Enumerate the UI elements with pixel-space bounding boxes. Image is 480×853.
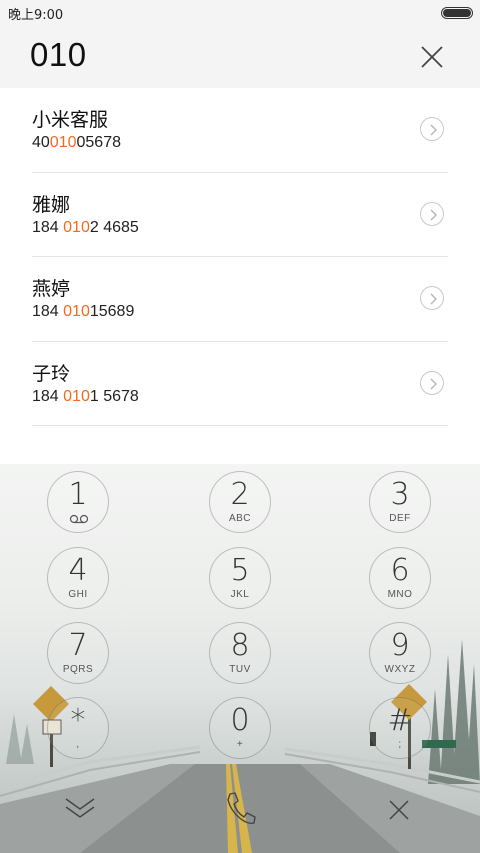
number-match: 010 [63, 303, 90, 320]
chevron-right-icon [430, 124, 437, 136]
number-prefix: 184 [32, 387, 64, 405]
key-digit: 6 [390, 553, 410, 588]
call-button[interactable] [222, 790, 258, 828]
key-star[interactable]: * , [47, 697, 109, 759]
number-match: 010 [63, 218, 90, 236]
contact-number: 184 0101 5678 [32, 388, 139, 406]
key-letters: ; [398, 739, 402, 750]
list-item[interactable]: 雅娜 184 0102 4685 [32, 173, 448, 257]
key-9[interactable]: 9 WXYZ [369, 622, 431, 684]
voicemail-icon [69, 514, 89, 524]
contact-name: 燕婷 [32, 278, 71, 300]
number-suffix: 05678 [76, 134, 122, 151]
key-3[interactable]: 3 DEF [369, 471, 431, 533]
key-digit: 5 [230, 553, 250, 588]
chevron-right-icon [430, 209, 437, 220]
number-prefix: 40 [32, 134, 50, 151]
key-1[interactable]: 1 [47, 471, 109, 533]
key-0[interactable]: 0 + [209, 697, 271, 759]
dialpad: 1 2 ABC 3 DEF 4 GHI 5 JKL 6 MNO 7 PQRS 8… [0, 464, 480, 853]
contact-number: 4001005678 [32, 134, 121, 152]
clear-input-button[interactable] [417, 42, 447, 72]
contact-results-list: 小米客服 4001005678 雅娜 184 0102 4685 燕婷 184 … [0, 88, 480, 426]
key-digit: 8 [230, 628, 250, 663]
key-letters: WXYZ [384, 664, 416, 675]
key-7[interactable]: 7 PQRS [47, 622, 109, 684]
key-4[interactable]: 4 GHI [47, 547, 109, 609]
key-letters: DEF [389, 513, 411, 524]
contact-name: 子玲 [32, 362, 71, 385]
number-suffix: 15689 [89, 303, 135, 320]
search-header: 晚上9:00 010 [0, 0, 480, 88]
list-item[interactable]: 燕婷 184 01015689 [32, 257, 448, 342]
chevron-right-icon [430, 293, 437, 305]
key-2[interactable]: 2 ABC [209, 471, 271, 533]
key-letters: MNO [387, 589, 413, 600]
collapse-dialpad-button[interactable] [62, 794, 98, 824]
contact-number: 184 01015689 [32, 303, 134, 321]
number-prefix: 184 [32, 303, 64, 320]
contact-name: 雅娜 [32, 193, 71, 216]
list-item[interactable]: 小米客服 4001005678 [32, 88, 448, 173]
key-digit: 2 [230, 477, 250, 512]
key-letters: + [236, 739, 244, 750]
contact-detail-button[interactable] [420, 201, 444, 226]
key-5[interactable]: 5 JKL [209, 547, 271, 609]
contact-detail-button[interactable] [420, 370, 444, 395]
number-match: 010 [63, 387, 90, 405]
key-digit: * [70, 703, 86, 738]
key-digit: 3 [390, 477, 410, 512]
key-digit: 1 [68, 477, 88, 512]
number-prefix: 184 [32, 218, 64, 236]
key-digit: 7 [68, 628, 88, 663]
key-digit: 0 [230, 703, 250, 738]
key-letters: GHI [68, 589, 88, 600]
key-digit: 4 [68, 553, 88, 588]
key-letters: ABC [228, 513, 252, 524]
chevron-down-icon [65, 798, 95, 818]
close-icon [421, 46, 443, 68]
battery-fill [443, 9, 471, 17]
contact-detail-button[interactable] [420, 117, 444, 141]
key-digit: 9 [390, 628, 410, 663]
key-letters: TUV [229, 664, 251, 675]
key-letters: PQRS [62, 664, 94, 675]
key-letters: , [76, 739, 80, 750]
key-digit: # [387, 703, 413, 738]
phone-icon [227, 792, 256, 824]
delete-icon [389, 800, 409, 820]
contact-detail-button[interactable] [420, 286, 444, 310]
chevron-right-icon [430, 378, 437, 389]
key-letters: JKL [230, 589, 250, 600]
battery-icon [441, 7, 473, 19]
status-time: 晚上9:00 [8, 8, 64, 23]
number-suffix: 2 4685 [89, 218, 139, 236]
key-8[interactable]: 8 TUV [209, 622, 271, 684]
number-match: 010 [49, 134, 77, 151]
dial-input[interactable]: 010 [30, 36, 87, 74]
contact-number: 184 0102 4685 [32, 219, 139, 237]
key-hash[interactable]: # ; [369, 697, 431, 759]
list-item[interactable]: 子玲 184 0101 5678 [32, 342, 448, 426]
delete-button[interactable] [384, 795, 414, 825]
key-6[interactable]: 6 MNO [369, 547, 431, 609]
contact-name: 小米客服 [32, 109, 109, 131]
number-suffix: 1 5678 [89, 387, 139, 405]
